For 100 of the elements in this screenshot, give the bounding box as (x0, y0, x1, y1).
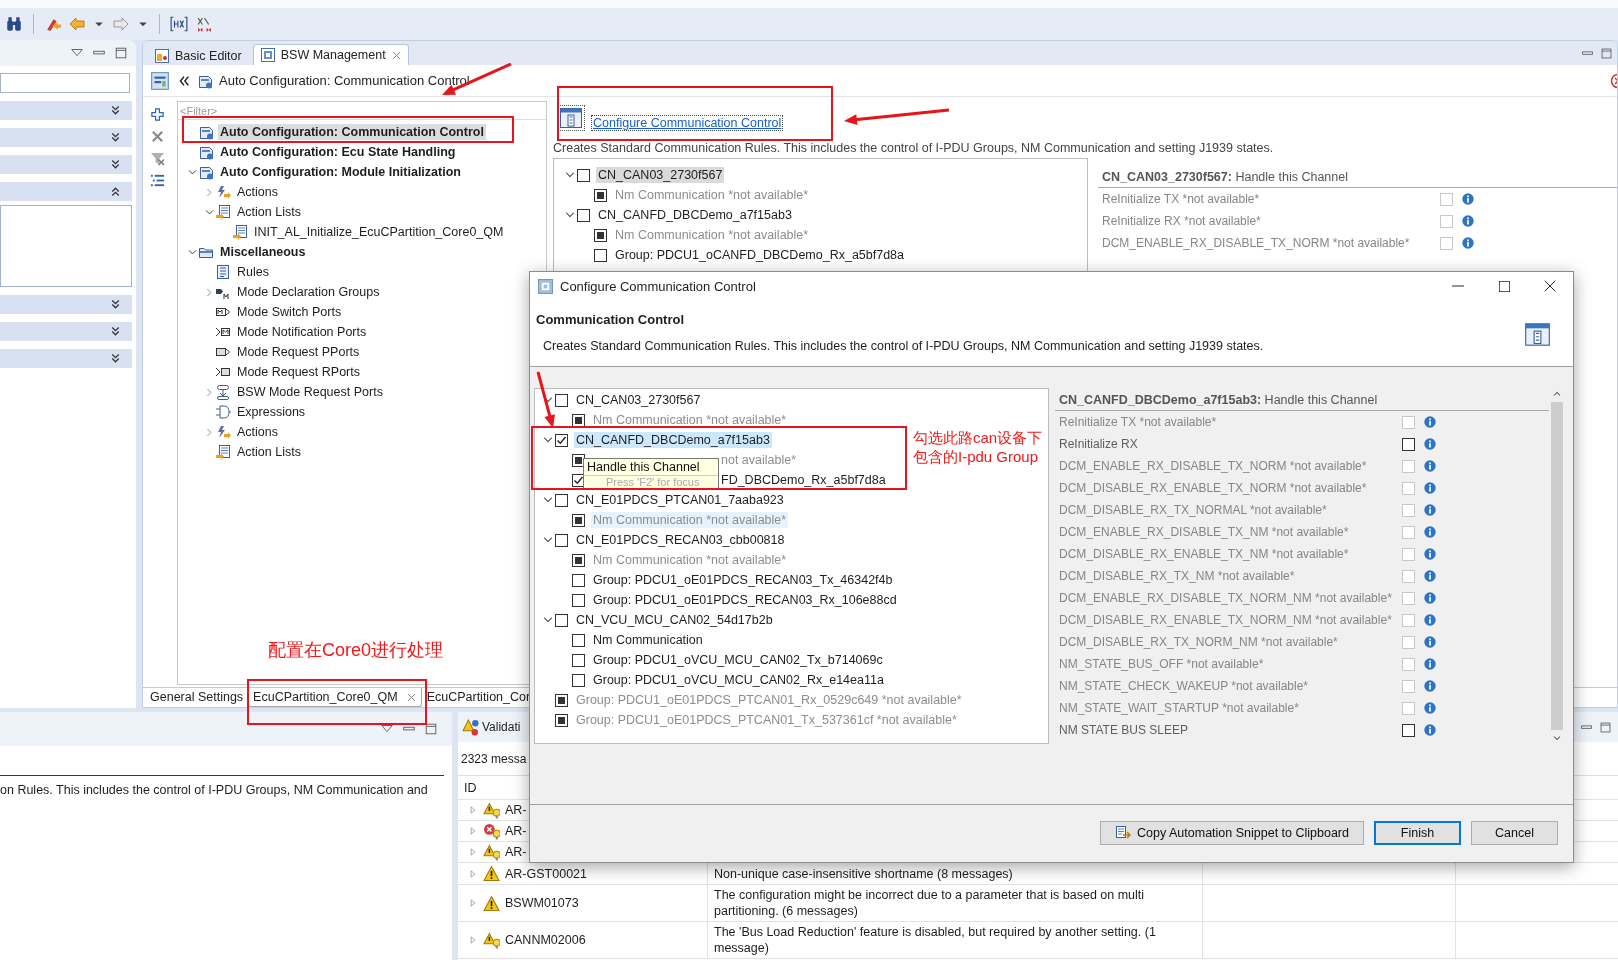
tree-item[interactable]: FD_DBCDemo_Rx_a5bf7d8a (719, 472, 888, 488)
checkbox[interactable] (594, 188, 607, 202)
tree-item[interactable]: Mode Switch Ports (235, 304, 344, 320)
info-icon[interactable] (1423, 657, 1437, 671)
info-icon[interactable] (1423, 459, 1437, 473)
tree-item[interactable]: CN_VCU_MCU_CAN02_54d17b2b (574, 612, 775, 628)
tree-item[interactable]: Group: PDCU1_oE01PDCS_RECAN03_Tx_46342f4b (591, 572, 895, 588)
tree-item[interactable]: CN_E01PDCS_RECAN03_cbb00818 (574, 532, 787, 548)
finish-button[interactable]: Finish (1374, 820, 1461, 845)
checkbox[interactable] (555, 693, 568, 707)
info-icon[interactable] (1423, 547, 1437, 561)
info-icon[interactable] (1423, 591, 1437, 605)
checkbox[interactable] (572, 673, 585, 687)
option-label: ReInitialize RX *not available* (1102, 214, 1262, 228)
checkbox[interactable] (555, 433, 568, 447)
checkbox[interactable] (1402, 723, 1415, 737)
close-icon[interactable] (405, 691, 417, 703)
tree-item[interactable]: Group: PDCU1_oCANFD_DBCDemo_Rx_a5bf7d8a (613, 247, 907, 263)
editor-tab[interactable]: Basic Editor (147, 46, 249, 65)
info-icon[interactable] (1423, 679, 1437, 693)
info-icon[interactable] (1423, 437, 1437, 451)
checkbox[interactable] (572, 413, 585, 427)
tree-item[interactable]: Auto Configuration: Module Initialization (218, 164, 463, 180)
checkbox[interactable] (572, 573, 585, 587)
tree-item[interactable]: Rules (235, 264, 271, 280)
maximize-icon[interactable] (424, 722, 438, 736)
tree-item[interactable]: Action Lists (235, 444, 303, 460)
rules-icon (215, 264, 231, 280)
info-icon[interactable] (1461, 236, 1475, 250)
tree-item[interactable]: Expressions (235, 404, 308, 420)
collapse-chevron-icon (109, 185, 122, 198)
checkbox[interactable] (555, 393, 568, 407)
tree-item[interactable]: Auto Configuration: Communication Control (218, 124, 486, 140)
search-button[interactable] (4, 14, 24, 34)
arrow-right-icon (113, 16, 129, 32)
outline-toggle-button[interactable] (149, 69, 171, 92)
info-icon[interactable] (1423, 701, 1437, 715)
info-icon[interactable] (1423, 525, 1437, 539)
tree-item[interactable]: Miscellaneous (218, 244, 308, 260)
tree-item[interactable]: Actions (235, 184, 280, 200)
tree-item[interactable]: Nm Communication (591, 632, 705, 648)
checkbox[interactable] (1402, 437, 1415, 451)
tree-item[interactable]: Action Lists (235, 204, 303, 220)
page-tab[interactable]: EcuCPartition_Core0_QM (248, 688, 422, 707)
info-icon[interactable] (1423, 503, 1437, 517)
checkbox[interactable] (572, 593, 585, 607)
double-chevron-left-icon[interactable] (177, 73, 191, 88)
info-icon[interactable] (1423, 635, 1437, 649)
wizard-link[interactable]: Configure Communication Control (591, 115, 784, 131)
tree-item[interactable]: BSW Mode Request Ports (235, 384, 385, 400)
toolbar-button[interactable] (169, 14, 189, 34)
checkbox[interactable] (572, 513, 585, 527)
back-button[interactable] (68, 15, 86, 33)
close-icon[interactable] (390, 49, 402, 61)
checkbox[interactable] (594, 248, 607, 262)
tree-item[interactable]: CN_CAN03_2730f567 (574, 392, 703, 408)
tree-item[interactable]: CN_CANFD_DBCDemo_a7f15ab3 (574, 432, 772, 448)
tree-item[interactable]: Group: PDCU1_oVCU_MCU_CAN02_Rx_e14ea11a (591, 672, 886, 688)
checkbox[interactable] (572, 453, 585, 467)
info-icon[interactable] (1423, 569, 1437, 583)
maximize-icon[interactable] (114, 46, 128, 60)
cancel-button[interactable]: Cancel (1471, 820, 1558, 845)
info-icon[interactable] (1423, 415, 1437, 429)
checkbox[interactable] (555, 533, 568, 547)
info-icon[interactable] (1423, 481, 1437, 495)
tree-item[interactable]: Actions (235, 424, 280, 440)
info-icon[interactable] (1461, 214, 1475, 228)
checkbox[interactable] (594, 228, 607, 242)
checkbox[interactable] (577, 208, 590, 222)
maximize-icon[interactable] (1600, 46, 1613, 60)
tree-item[interactable]: Group: PDCU1_oE01PDCS_RECAN03_Rx_106e88cd (591, 592, 899, 608)
checkbox[interactable] (577, 168, 590, 182)
tree-item[interactable]: CN_CANFD_DBCDemo_a7f15ab3 (596, 207, 794, 223)
tree-item[interactable]: CN_CAN03_2730f567 (596, 167, 725, 183)
tree-item[interactable]: CN_E01PDCS_PTCAN01_7aaba923 (574, 492, 786, 508)
input-field[interactable] (0, 73, 130, 93)
info-icon[interactable] (1423, 613, 1437, 627)
checkbox[interactable] (555, 493, 568, 507)
list-icon (150, 173, 165, 188)
tree-item[interactable]: Mode Declaration Groups (235, 284, 382, 300)
table-cell: AR- (505, 802, 527, 818)
tree-item[interactable]: Auto Configuration: Ecu State Handling (218, 144, 458, 160)
tree-item[interactable]: Mode Request RPorts (235, 364, 362, 380)
checkbox[interactable] (555, 713, 568, 727)
maximize-icon[interactable] (1599, 720, 1612, 734)
tree-item[interactable]: Mode Notification Ports (235, 324, 369, 340)
tree-item[interactable]: Group: PDCU1_oE01PDCS_PTCAN01_Tx_537361cf *not available* (574, 712, 959, 728)
info-icon[interactable] (1423, 723, 1437, 737)
editor-tab[interactable]: BSW Management (252, 44, 409, 65)
copy-snippet-button[interactable]: Copy Automation Snippet to Clipboard (1100, 820, 1364, 845)
checkbox[interactable] (572, 553, 585, 567)
info-icon[interactable] (1461, 192, 1475, 206)
description-text: Creates Standard Communication Rules. This includes the control of I-PDU Groups, NM Communication and setting J1939 states. (553, 141, 1275, 155)
checkbox[interactable] (572, 633, 585, 647)
tree-item[interactable]: Mode Request PPorts (235, 344, 362, 360)
tree-item[interactable]: INIT_AL_Initialize_EcuCPartition_Core0_QM (252, 224, 506, 240)
checkbox[interactable] (572, 653, 585, 667)
forward-button[interactable] (112, 15, 130, 33)
tree-item[interactable]: Group: PDCU1_oVCU_MCU_CAN02_Tx_b714069c (591, 652, 885, 668)
checkbox[interactable] (555, 613, 568, 627)
